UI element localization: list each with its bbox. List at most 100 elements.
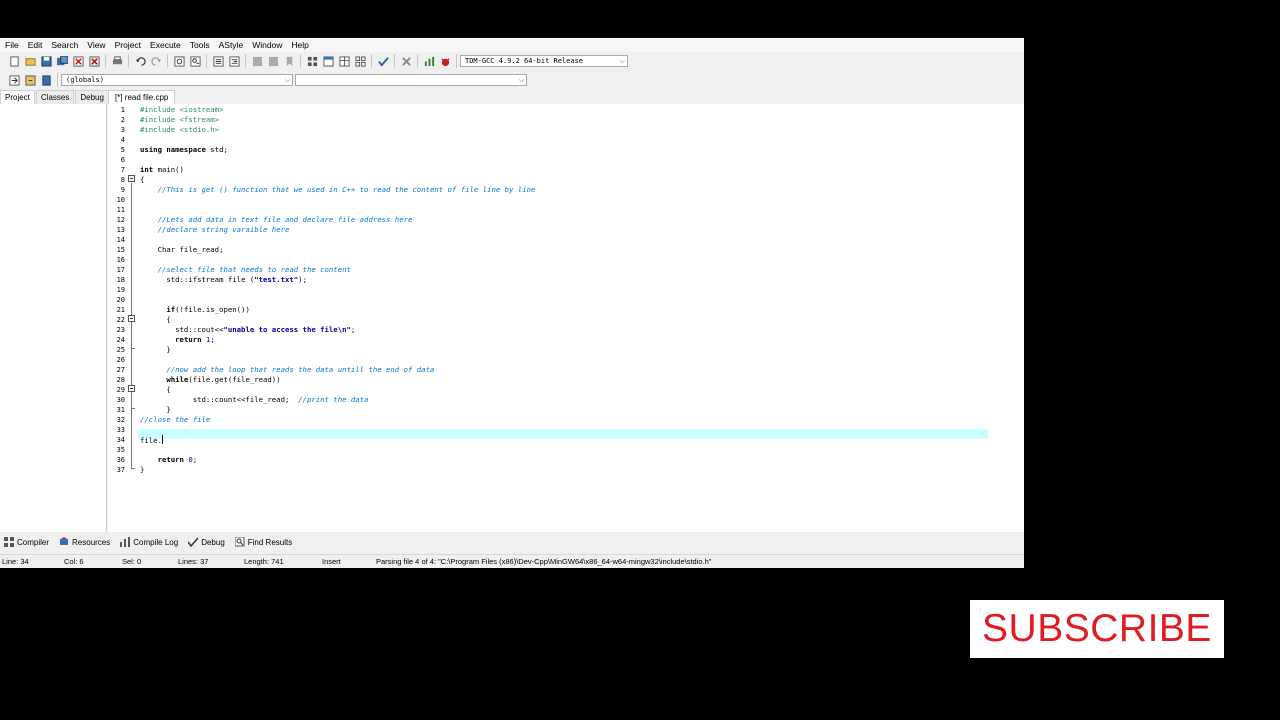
new-file-icon[interactable] <box>7 54 21 68</box>
open-icon[interactable] <box>23 54 37 68</box>
check-icon[interactable] <box>376 54 390 68</box>
code-line[interactable]: //declare string varaible here <box>140 225 290 235</box>
back-icon[interactable] <box>250 54 264 68</box>
tab-compiler[interactable]: Compiler <box>0 537 53 547</box>
fold-toggle-icon[interactable] <box>128 175 135 182</box>
code-line[interactable]: } <box>140 345 170 355</box>
code-line[interactable]: //now add the loop that reads the data u… <box>140 365 434 375</box>
menu-window[interactable]: Window <box>247 38 286 52</box>
menu-edit[interactable]: Edit <box>23 38 47 52</box>
tab-compile-log[interactable]: Compile Log <box>116 537 182 547</box>
separator <box>105 54 106 68</box>
code-line[interactable]: #include <iostream> <box>140 105 223 115</box>
tab-debug[interactable]: Debug <box>75 90 109 104</box>
menu-astyle[interactable]: AStyle <box>214 38 248 52</box>
save-all-icon[interactable] <box>55 54 69 68</box>
tab-project[interactable]: Project <box>0 90 35 104</box>
code-line[interactable]: Char file_read; <box>140 245 224 255</box>
compile-log-chart-icon <box>120 537 131 547</box>
save-icon[interactable] <box>39 54 53 68</box>
redo-icon[interactable] <box>149 54 163 68</box>
code-line[interactable]: #include <fstream> <box>140 115 219 125</box>
fold-toggle-icon[interactable] <box>128 315 135 322</box>
menu-file[interactable]: File <box>0 38 23 52</box>
compile-run-icon[interactable] <box>337 54 351 68</box>
run-icon[interactable] <box>321 54 335 68</box>
code-line[interactable]: std::ifstream file ("test.txt"); <box>140 275 307 285</box>
compiler-select[interactable]: TDM-GCC 4.9.2 64-bit Release ⌵ <box>460 55 628 67</box>
code-line[interactable]: //select file that needs to read the con… <box>140 265 351 275</box>
code-token: int <box>140 165 154 174</box>
left-panel-tabs: Project Classes Debug <box>0 90 109 104</box>
scope-select[interactable]: (globals) ⌵ <box>61 74 293 86</box>
separator <box>245 54 246 68</box>
code-line[interactable]: { <box>140 315 170 325</box>
code-line[interactable]: std::cout<<"unable to access the file\n"… <box>140 325 355 335</box>
close-all-icon[interactable] <box>87 54 101 68</box>
separator <box>57 73 58 87</box>
stop-icon[interactable] <box>399 54 413 68</box>
code-text[interactable]: #include <iostream> #include <fstream> #in… <box>140 104 1024 532</box>
compile-icon[interactable] <box>305 54 319 68</box>
code-line[interactable]: return 1; <box>140 335 215 345</box>
debug-icon[interactable] <box>438 54 452 68</box>
unindent-icon[interactable] <box>227 54 241 68</box>
close-icon[interactable] <box>71 54 85 68</box>
goto-icon[interactable] <box>7 73 21 87</box>
chevron-down-icon: ⌵ <box>518 76 524 84</box>
find-results-icon <box>234 537 245 547</box>
insert-icon[interactable] <box>23 73 37 87</box>
code-line[interactable]: { <box>140 385 170 395</box>
function-select[interactable]: ⌵ <box>295 74 527 86</box>
scope-select-value: (globals) <box>66 76 104 84</box>
status-sel: Sel: 0 <box>122 557 142 566</box>
separator <box>371 54 372 68</box>
project-tree[interactable] <box>0 104 107 532</box>
code-line[interactable]: if(!file.is_open()) <box>140 305 249 315</box>
chart-icon[interactable] <box>422 54 436 68</box>
menu-tools[interactable]: Tools <box>185 38 214 52</box>
line-number: 30 <box>116 396 125 404</box>
tab-read-file-cpp[interactable]: [*] read file.cpp <box>108 90 176 104</box>
code-line[interactable]: int main() <box>140 165 184 175</box>
code-editor[interactable]: 1 2 3 4 5 6 7 8 9 10 11 12 13 14 15 16 17 18 19 20 21 22 23 24 2… <box>108 104 1024 532</box>
class-browser-icon[interactable] <box>39 73 53 87</box>
indent-icon[interactable] <box>211 54 225 68</box>
code-line[interactable]: } <box>140 405 170 415</box>
undo-icon[interactable] <box>133 54 147 68</box>
code-line[interactable]: //This is get () function that we used i… <box>140 185 536 195</box>
code-line[interactable]: { <box>140 175 144 185</box>
code-line[interactable]: #include <stdio.h> <box>140 125 219 135</box>
code-line[interactable]: return 0; <box>140 455 198 465</box>
subscribe-banner[interactable]: SUBSCRIBE <box>970 600 1224 658</box>
menu-search[interactable]: Search <box>46 38 82 52</box>
tab-resources[interactable]: Resources <box>55 537 114 547</box>
find-icon[interactable] <box>172 54 186 68</box>
code-token: //Lets add data in text file and declare… <box>157 215 413 224</box>
code-line[interactable]: while(file.get(file_read)) <box>140 375 280 385</box>
bookmark-icon[interactable] <box>282 54 296 68</box>
code-line[interactable]: } <box>140 465 144 475</box>
tab-classes[interactable]: Classes <box>35 90 75 104</box>
menu-view[interactable]: View <box>82 38 109 52</box>
tab-find-results[interactable]: Find Results <box>231 537 296 547</box>
code-line[interactable]: //Lets add data in text file and declare… <box>140 215 413 225</box>
menu-project[interactable]: Project <box>110 38 145 52</box>
print-icon[interactable] <box>110 54 124 68</box>
menu-execute[interactable]: Execute <box>145 38 185 52</box>
status-length: Length: 741 <box>244 557 284 566</box>
forward-icon[interactable] <box>266 54 280 68</box>
code-line[interactable]: //close the file <box>140 415 210 425</box>
code-line[interactable]: file. <box>140 435 163 445</box>
code-token: std::cout<< <box>140 325 224 334</box>
replace-icon[interactable] <box>188 54 202 68</box>
fold-toggle-icon[interactable] <box>128 385 135 392</box>
code-token: ; <box>210 335 215 344</box>
tab-debug-output[interactable]: Debug <box>184 537 229 547</box>
code-line[interactable]: using namespace std; <box>140 145 228 155</box>
menu-help[interactable]: Help <box>286 38 312 52</box>
code-line[interactable]: std::count<<file_read; //print the data <box>140 395 369 405</box>
rebuild-icon[interactable] <box>353 54 367 68</box>
